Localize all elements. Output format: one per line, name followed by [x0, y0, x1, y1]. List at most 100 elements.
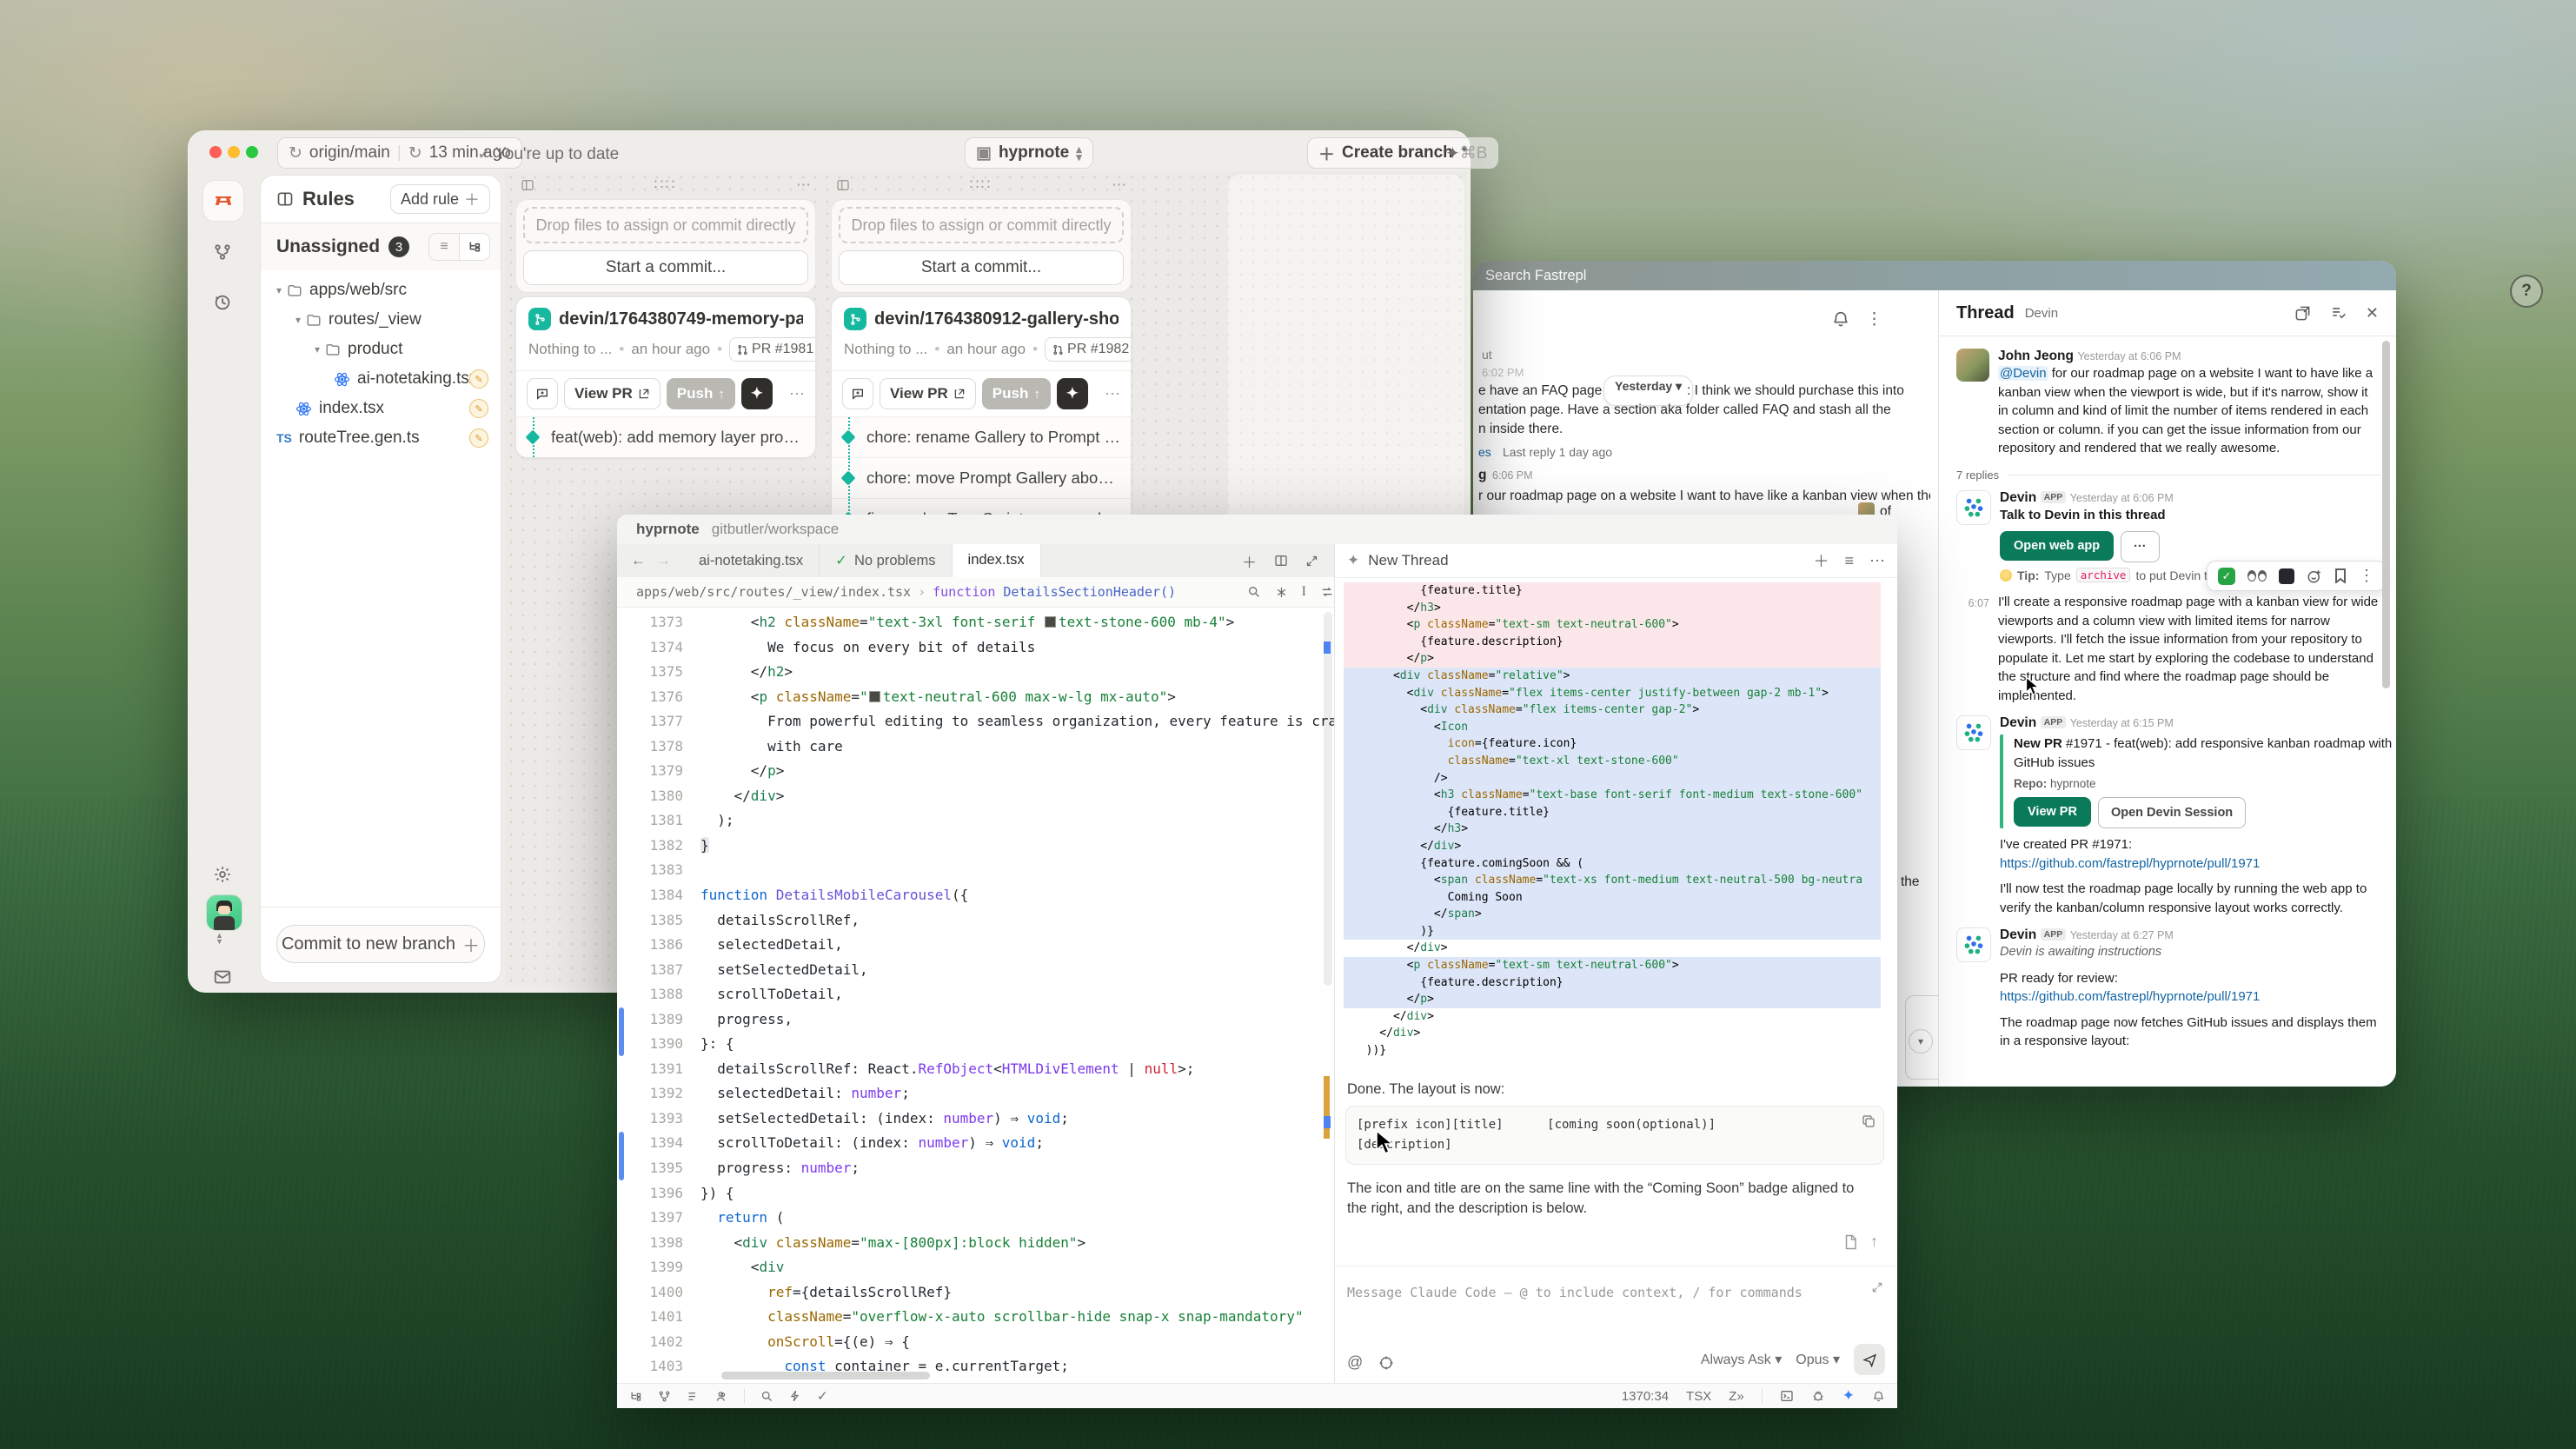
- tree-item-index-tsx[interactable]: index.tsx✎: [261, 394, 501, 423]
- indent-mode[interactable]: Z»: [1729, 1389, 1744, 1404]
- model-select[interactable]: Opus ▾: [1796, 1351, 1840, 1368]
- nav-back-icon[interactable]: ←: [617, 552, 653, 569]
- diff-line-added[interactable]: Coming Soon: [1344, 889, 1881, 907]
- list-icon[interactable]: [687, 1390, 700, 1403]
- branch-menu-icon[interactable]: ⋯: [1105, 385, 1120, 403]
- devin-avatar[interactable]: [1956, 490, 1991, 525]
- diff-line-added[interactable]: </div>: [1344, 838, 1881, 855]
- diff-line-removed[interactable]: </p>: [1344, 650, 1881, 668]
- commit-row[interactable]: feat(web): add memory layer product page: [516, 417, 815, 457]
- diff-line-removed[interactable]: <p className="text-sm text-neutral-600">: [1344, 616, 1881, 634]
- collapse-lane-icon[interactable]: [521, 178, 534, 192]
- tree-item-ai-notetaking-tsx[interactable]: ai-notetaking.tsx✎: [261, 364, 501, 394]
- collapse-lane-icon[interactable]: [836, 178, 850, 192]
- diff-line-added[interactable]: )}: [1344, 923, 1881, 941]
- popout-icon[interactable]: [2294, 305, 2311, 322]
- chevron-down-icon[interactable]: ▾: [315, 343, 320, 356]
- diff-line-context[interactable]: </div>: [1344, 1008, 1881, 1026]
- devin-reaction-icon[interactable]: [2279, 568, 2294, 584]
- code-line[interactable]: }: [700, 834, 1320, 859]
- diff-line-added[interactable]: <div className="flex items-center gap-2"…: [1344, 701, 1881, 719]
- ai-actions-button[interactable]: ✦: [741, 378, 773, 409]
- open-devin-session-button[interactable]: Open Devin Session: [2098, 797, 2246, 828]
- diff-line-added[interactable]: />: [1344, 770, 1881, 788]
- bell-icon[interactable]: [1831, 309, 1850, 329]
- debug-icon[interactable]: [1811, 1389, 1825, 1403]
- message-author[interactable]: John Jeong: [1998, 349, 2074, 363]
- rail-workspace-button[interactable]: [202, 180, 244, 222]
- split-editor-icon[interactable]: [1274, 554, 1288, 568]
- user-avatar[interactable]: [206, 894, 242, 931]
- help-button[interactable]: ?: [2510, 275, 2543, 308]
- message-author[interactable]: Devin: [2000, 715, 2036, 730]
- diff-line-context[interactable]: ))}: [1344, 1042, 1881, 1060]
- breadcrumb-path[interactable]: apps/web/src/routes/_view/index.tsx: [636, 584, 911, 600]
- code-line[interactable]: return (: [700, 1206, 1320, 1231]
- start-commit-button[interactable]: Start a commit...: [839, 250, 1124, 285]
- code-line[interactable]: scrollToDetail,: [700, 982, 1320, 1007]
- code-line[interactable]: From powerful editing to seamless organi…: [700, 709, 1320, 734]
- ai-sparkle-icon[interactable]: ✦✦: [1445, 143, 1469, 164]
- start-commit-button[interactable]: Start a commit...: [523, 250, 808, 285]
- bookmark-icon[interactable]: [2334, 568, 2347, 583]
- lane-menu-icon[interactable]: ⋯: [1112, 176, 1126, 194]
- rail-branches-button[interactable]: [202, 232, 242, 272]
- diff-line-added[interactable]: {feature.description}: [1344, 974, 1881, 992]
- tree-item-routetree-gen-ts[interactable]: TSrouteTree.gen.ts✎: [261, 423, 501, 453]
- diff-line-added[interactable]: </p>: [1344, 991, 1881, 1008]
- markdown-file-icon[interactable]: [1842, 1234, 1858, 1250]
- cursor-icon[interactable]: I: [1302, 584, 1306, 600]
- diff-line-added[interactable]: </h3>: [1344, 821, 1881, 838]
- swap-icon[interactable]: [1320, 585, 1334, 599]
- breadcrumb-symbol[interactable]: DetailsSectionHeader(): [1003, 584, 1176, 600]
- code-line[interactable]: </h2>: [700, 660, 1320, 685]
- code-line[interactable]: [700, 858, 1320, 883]
- branch-icon[interactable]: [658, 1390, 671, 1403]
- tree-item-routes-view[interactable]: ▾routes/_view: [261, 305, 501, 335]
- code-line[interactable]: setSelectedDetail: (index: number) ⇒ voi…: [700, 1107, 1320, 1132]
- settings-gear-icon[interactable]: [202, 854, 242, 894]
- view-pr-button[interactable]: View PR: [2014, 797, 2091, 827]
- devin-avatar[interactable]: [1956, 715, 1991, 750]
- pr-pill[interactable]: PR #1982: [1045, 337, 1132, 362]
- ai-actions-button[interactable]: ✦: [1057, 378, 1088, 409]
- tab-index-tsx[interactable]: index.tsx: [953, 544, 1041, 578]
- code-line[interactable]: <div className="max-[800px]:block hidden…: [700, 1231, 1320, 1256]
- drag-handle[interactable]: ∷∷: [970, 176, 993, 194]
- chat-more-icon[interactable]: ⋯: [1869, 552, 1885, 570]
- code-line[interactable]: scrollToDetail: (index: number) ⇒ void;: [700, 1131, 1320, 1156]
- code-line[interactable]: selectedDetail,: [700, 933, 1320, 958]
- code-line[interactable]: <div: [700, 1255, 1320, 1280]
- diff-line-removed[interactable]: {feature.title}: [1344, 582, 1881, 600]
- diff-line-added[interactable]: <div className="flex items-center justif…: [1344, 685, 1881, 702]
- code-line[interactable]: selectedDetail: number;: [700, 1081, 1320, 1107]
- close-icon[interactable]: ✕: [2366, 304, 2379, 322]
- scroll-up-icon[interactable]: ↑: [1870, 1233, 1878, 1251]
- diff-line-added[interactable]: <span className="text-xs font-medium tex…: [1344, 872, 1881, 889]
- view-pr-button[interactable]: View PR: [564, 378, 661, 409]
- thread-scrollbar-thumb[interactable]: [2382, 341, 2390, 688]
- minimize-button[interactable]: [228, 146, 240, 158]
- message-timestamp[interactable]: 6:07: [1969, 597, 1989, 609]
- diff-line-added[interactable]: <Icon: [1344, 719, 1881, 736]
- chevron-down-icon[interactable]: ▾: [295, 314, 301, 326]
- account-switcher-chevrons[interactable]: ▲▼: [216, 933, 223, 945]
- expand-input-icon[interactable]: [1871, 1281, 1883, 1293]
- code-line[interactable]: <p className="text-neutral-600 max-w-lg …: [700, 685, 1320, 710]
- mention[interactable]: @Devin: [1998, 366, 2048, 381]
- commit-to-new-branch-button[interactable]: Commit to new branch＋: [276, 925, 485, 963]
- search-icon[interactable]: [760, 1390, 773, 1403]
- bell-icon[interactable]: [1872, 1390, 1885, 1403]
- cursor-position[interactable]: 1370:34: [1622, 1389, 1669, 1404]
- ai-sparkle-icon[interactable]: ✦: [1842, 1387, 1855, 1405]
- slack-search-bar[interactable]: Search Fastrepl: [1473, 261, 2396, 290]
- chevron-down-icon[interactable]: ▾: [276, 284, 282, 296]
- new-tab-icon[interactable]: ＋: [1242, 550, 1257, 572]
- message-timestamp[interactable]: Yesterday at 6:15 PM: [2070, 717, 2174, 729]
- code-line[interactable]: className="overflow-x-auto scrollbar-hid…: [700, 1305, 1320, 1330]
- tree-item-product[interactable]: ▾product: [261, 335, 501, 364]
- code-line[interactable]: progress: number;: [700, 1156, 1320, 1181]
- diff-line-context[interactable]: </div>: [1344, 940, 1881, 957]
- code-line[interactable]: </p>: [700, 759, 1320, 784]
- diff-line-added[interactable]: icon={feature.icon}: [1344, 735, 1881, 753]
